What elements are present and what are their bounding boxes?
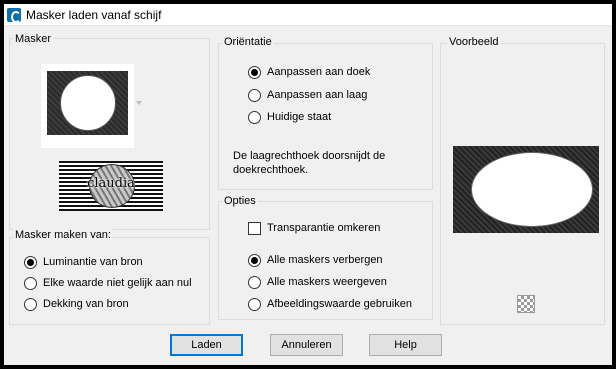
author-logo: claudia <box>59 161 163 211</box>
checkbox[interactable] <box>248 221 261 235</box>
window-title: Masker laden vanaf schijf <box>26 8 162 22</box>
radio-button[interactable] <box>24 255 37 269</box>
orientatie-description: De laagrechthoek doorsnijdt de doekrecht… <box>233 150 386 176</box>
radio-button[interactable] <box>248 88 261 102</box>
app-icon <box>7 8 21 23</box>
title-bar[interactable]: Masker laden vanaf schijf <box>4 4 612 26</box>
mask-thumbnail-circle <box>60 75 116 131</box>
checkbox-transparantie[interactable]: Transparantie omkeren <box>248 220 380 236</box>
radio-label: Aanpassen aan laag <box>267 89 368 101</box>
radio-afbeeldingswaarde[interactable]: Afbeeldingswaarde gebruiken <box>248 296 412 312</box>
dialog-body: Masker laden vanaf schijf Masker claudia… <box>4 4 612 365</box>
maken-van-legend: Masker maken van: <box>13 229 113 241</box>
radio-label: Aanpassen aan doek <box>267 66 371 78</box>
checkbox-label: Transparantie omkeren <box>267 222 381 234</box>
annuleren-button[interactable]: Annuleren <box>270 334 343 356</box>
radio-label: Elke waarde niet gelijk aan nul <box>43 277 192 289</box>
radio-label: Alle maskers weergeven <box>267 276 387 288</box>
radio-button[interactable] <box>24 276 37 290</box>
radio-dekking[interactable]: Dekking van bron <box>24 296 129 312</box>
radio-button[interactable] <box>248 297 261 311</box>
voorbeeld-legend: Voorbeeld <box>447 36 501 48</box>
radio-button[interactable] <box>24 297 37 311</box>
preview-ellipse <box>471 152 593 227</box>
radio-label: Huidige staat <box>267 111 332 123</box>
radio-button[interactable] <box>248 65 261 79</box>
mask-thumbnail-selector[interactable] <box>41 64 134 148</box>
dialog-window: Masker laden vanaf schijf Masker claudia… <box>0 0 616 369</box>
radio-aanpassen-doek[interactable]: Aanpassen aan doek <box>248 64 370 80</box>
laden-button[interactable]: Laden <box>170 334 243 356</box>
radio-alle-verbergen[interactable]: Alle maskers verbergen <box>248 252 383 268</box>
radio-alle-weergeven[interactable]: Alle maskers weergeven <box>248 274 387 290</box>
mask-thumbnail-background <box>47 71 128 135</box>
radio-huidige-staat[interactable]: Huidige staat <box>248 109 331 125</box>
radio-label: Dekking van bron <box>43 298 129 310</box>
radio-button[interactable] <box>248 275 261 289</box>
logo-text: claudia <box>87 176 135 191</box>
chevron-down-icon[interactable] <box>136 101 142 105</box>
radio-label: Alle maskers verbergen <box>267 254 383 266</box>
help-button[interactable]: Help <box>369 334 442 356</box>
radio-elke-waarde[interactable]: Elke waarde niet gelijk aan nul <box>24 275 192 291</box>
masker-legend: Masker <box>13 33 54 45</box>
radio-luminantie[interactable]: Luminantie van bron <box>24 254 143 270</box>
opties-legend: Opties <box>222 195 258 207</box>
transparency-pattern-icon[interactable] <box>517 295 535 313</box>
radio-label: Afbeeldingswaarde gebruiken <box>267 298 412 310</box>
radio-label: Luminantie van bron <box>43 256 143 268</box>
radio-aanpassen-laag[interactable]: Aanpassen aan laag <box>248 87 367 103</box>
orientatie-legend: Oriëntatie <box>222 36 274 48</box>
radio-button[interactable] <box>248 110 261 124</box>
radio-button[interactable] <box>248 253 261 267</box>
mask-preview-image <box>453 146 599 233</box>
